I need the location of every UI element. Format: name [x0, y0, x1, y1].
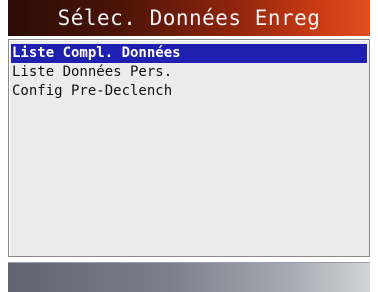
menu-item-config-pre-declench[interactable]: Config Pre-Declench — [11, 82, 367, 101]
menu-item-liste-donnees-pers[interactable]: Liste Données Pers. — [11, 63, 367, 82]
menu-item-liste-compl-donnees[interactable]: Liste Compl. Données — [11, 44, 367, 63]
scan-tool-screen: Sélec. Données Enreg Liste Compl. Donnée… — [0, 0, 378, 292]
menu-list: Liste Compl. Données Liste Données Pers.… — [8, 39, 370, 257]
screen-title: Sélec. Données Enreg — [8, 0, 370, 36]
status-bar — [8, 262, 370, 292]
